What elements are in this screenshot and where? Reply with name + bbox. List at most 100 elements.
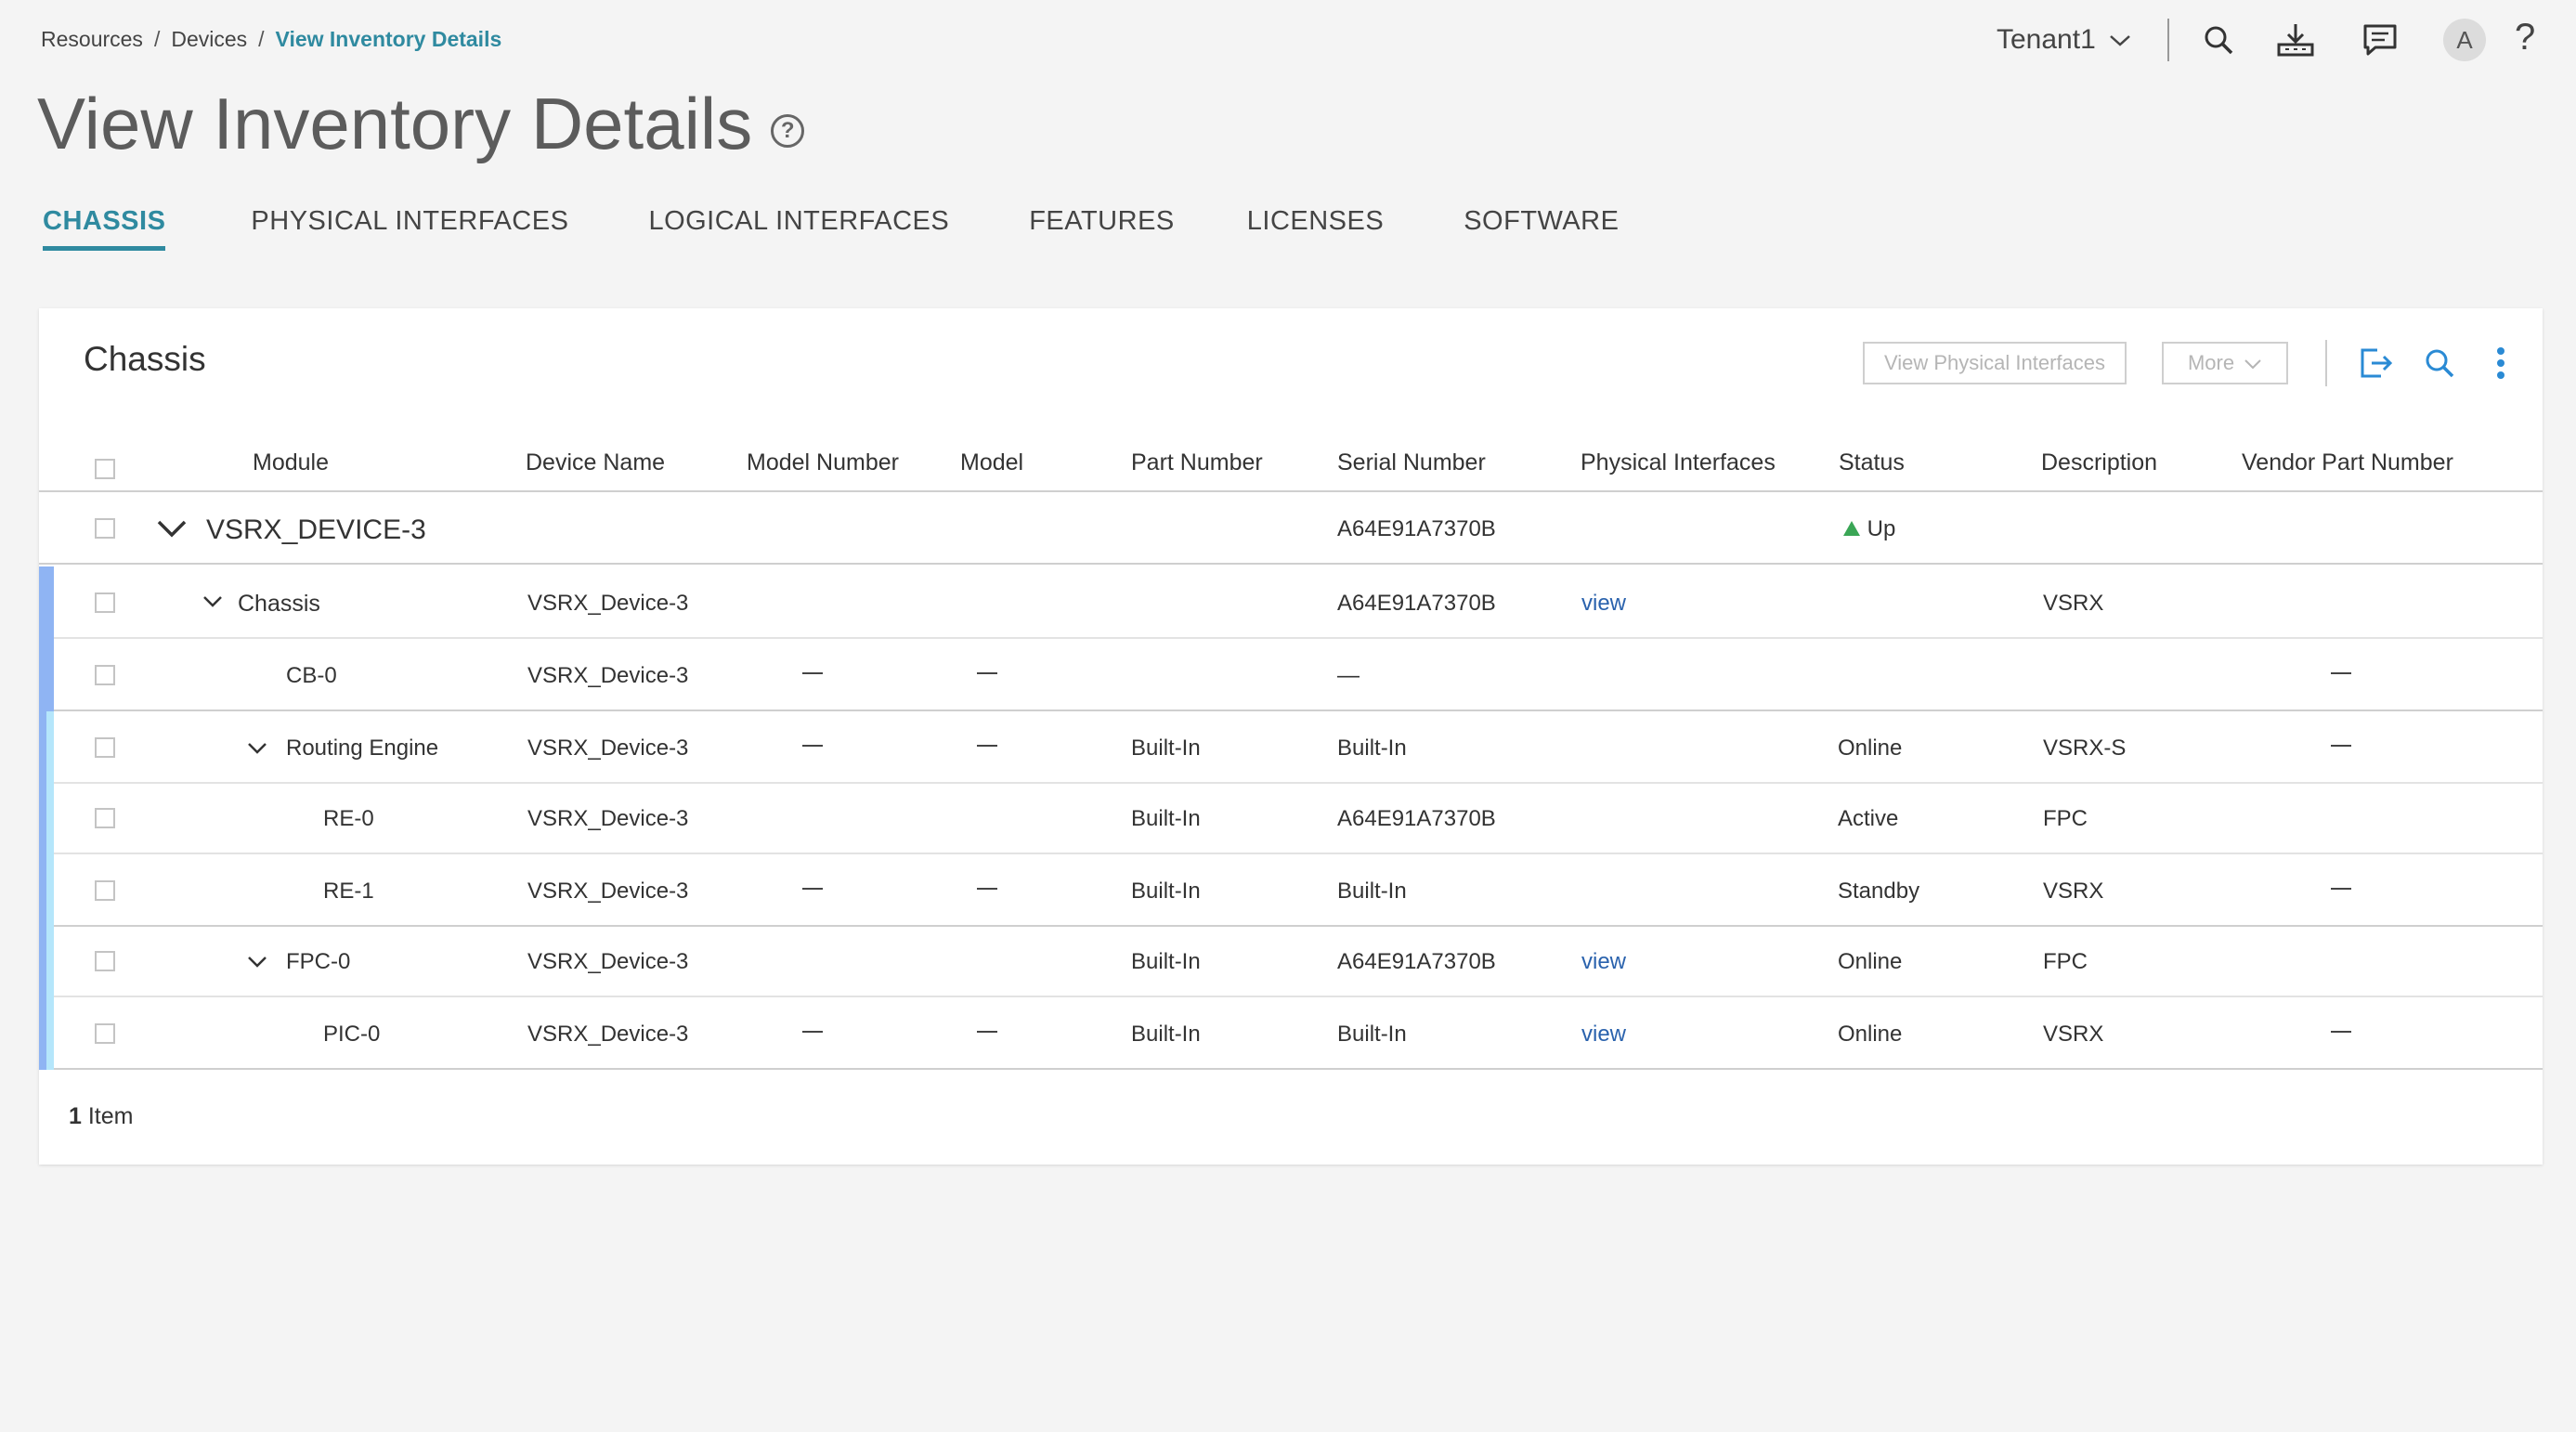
device-name-cell: VSRX_Device-3 (527, 806, 689, 831)
serial-cell: Built-In (1337, 736, 1407, 761)
empty-dash (977, 672, 997, 674)
empty-dash (802, 888, 823, 890)
col-device-name[interactable]: Device Name (526, 449, 665, 476)
chevron-down-icon[interactable] (247, 741, 267, 761)
module-cell: RE-1 (323, 879, 374, 904)
status-cell: Online (1838, 1022, 1903, 1047)
header-divider (2167, 19, 2169, 61)
status-up-icon (1842, 516, 1861, 541)
empty-dash (802, 1031, 823, 1033)
col-serial-number[interactable]: Serial Number (1337, 449, 1486, 476)
hierarchy-bar-level2 (46, 854, 54, 927)
table-row[interactable]: PIC-0 VSRX_Device-3 Built-In Built-In vi… (39, 997, 2543, 1070)
hierarchy-bar-level2 (46, 997, 54, 1070)
col-model-number[interactable]: Model Number (747, 449, 899, 476)
serial-cell: — (1337, 663, 1360, 688)
tenant-selector[interactable]: Tenant1 (1997, 24, 2131, 56)
col-status[interactable]: Status (1839, 449, 1905, 476)
select-all-checkbox[interactable] (95, 459, 115, 479)
hierarchy-bar (39, 639, 54, 711)
row-checkbox[interactable] (95, 665, 115, 685)
device-name-cell: VSRX_Device-3 (527, 736, 689, 761)
row-checkbox[interactable] (95, 1023, 115, 1044)
chevron-down-icon[interactable] (247, 955, 267, 974)
avatar[interactable]: A (2443, 19, 2486, 61)
col-description[interactable]: Description (2041, 449, 2157, 476)
row-checkbox[interactable] (95, 880, 115, 901)
tab-physical-interfaces[interactable]: PHYSICAL INTERFACES (251, 206, 568, 251)
more-button[interactable]: More (2162, 342, 2288, 384)
module-cell: PIC-0 (323, 1022, 381, 1047)
breadcrumb-resources[interactable]: Resources (41, 27, 143, 52)
empty-dash (802, 745, 823, 747)
col-module[interactable]: Module (253, 449, 329, 476)
part-number-cell: Built-In (1131, 879, 1201, 904)
description-cell: FPC (2043, 806, 2088, 831)
export-icon[interactable] (2355, 342, 2398, 384)
tab-chassis[interactable]: CHASSIS (43, 206, 166, 251)
status-cell: Active (1838, 806, 1899, 831)
chevron-down-icon[interactable] (156, 518, 188, 543)
chevron-down-icon (2109, 24, 2131, 56)
col-vendor-part-number[interactable]: Vendor Part Number (2242, 449, 2453, 476)
breadcrumb-devices[interactable]: Devices (171, 27, 247, 52)
status-text: Up (1867, 516, 1896, 541)
download-tray-icon[interactable] (2274, 19, 2317, 61)
col-physical-interfaces[interactable]: Physical Interfaces (1581, 449, 1776, 476)
search-icon[interactable] (2197, 19, 2240, 61)
row-checkbox[interactable] (95, 518, 115, 539)
status-cell: Online (1838, 736, 1903, 761)
row-checkbox[interactable] (95, 951, 115, 971)
col-model[interactable]: Model (960, 449, 1023, 476)
help-icon[interactable]: ? (2515, 17, 2535, 59)
row-checkbox[interactable] (95, 592, 115, 613)
chevron-down-icon[interactable] (202, 594, 223, 614)
module-cell: FPC-0 (286, 949, 351, 974)
hierarchy-bar (39, 711, 46, 784)
empty-dash (977, 1031, 997, 1033)
hierarchy-bar (39, 784, 46, 854)
table-row[interactable]: FPC-0 VSRX_Device-3 Built-In A64E91A7370… (39, 927, 2543, 997)
hierarchy-bar (39, 997, 46, 1070)
tab-logical-interfaces[interactable]: LOGICAL INTERFACES (648, 206, 949, 251)
table-row[interactable]: Chassis VSRX_Device-3 A64E91A7370B view … (39, 566, 2543, 639)
col-part-number[interactable]: Part Number (1131, 449, 1263, 476)
module-cell: VSRX_DEVICE-3 (206, 514, 426, 545)
empty-dash (2331, 1031, 2351, 1033)
tab-features[interactable]: FEATURES (1029, 206, 1175, 251)
toolbar-divider (2325, 340, 2327, 386)
empty-dash (2331, 888, 2351, 890)
row-checkbox[interactable] (95, 808, 115, 828)
breadcrumb-separator: / (153, 27, 161, 51)
table-row[interactable]: Routing Engine VSRX_Device-3 Built-In Bu… (39, 711, 2543, 784)
empty-dash (2331, 745, 2351, 747)
description-cell: FPC (2043, 949, 2088, 974)
description-cell: VSRX (2043, 1022, 2104, 1047)
description-cell: VSRX (2043, 879, 2104, 904)
view-link[interactable]: view (1581, 591, 1626, 617)
tab-licenses[interactable]: LICENSES (1247, 206, 1384, 251)
row-checkbox[interactable] (95, 737, 115, 758)
table-row[interactable]: RE-0 VSRX_Device-3 Built-In A64E91A7370B… (39, 784, 2543, 854)
device-name-cell: VSRX_Device-3 (527, 1022, 689, 1047)
more-vertical-icon[interactable] (2479, 342, 2522, 384)
help-circle-icon[interactable]: ? (771, 113, 805, 148)
table-row-root[interactable]: VSRX_DEVICE-3 A64E91A7370B Up (39, 492, 2543, 565)
more-label: More (2187, 351, 2235, 374)
breadcrumb: Resources / Devices / View Inventory Det… (41, 27, 501, 52)
empty-dash (2331, 672, 2351, 674)
item-count: 1 Item (69, 1103, 133, 1130)
chassis-card: Chassis View Physical Interfaces More Mo… (39, 308, 2543, 1165)
view-link[interactable]: view (1581, 949, 1626, 975)
tab-software[interactable]: SOFTWARE (1464, 206, 1619, 251)
message-icon[interactable] (2359, 19, 2401, 61)
search-icon[interactable] (2418, 342, 2461, 384)
view-physical-interfaces-button[interactable]: View Physical Interfaces (1863, 342, 2127, 384)
hierarchy-bar-level2 (46, 711, 54, 784)
module-cell: RE-0 (323, 806, 374, 831)
status-cell: Online (1838, 949, 1903, 974)
table-row[interactable]: CB-0 VSRX_Device-3 — (39, 639, 2543, 711)
table-row[interactable]: RE-1 VSRX_Device-3 Built-In Built-In Sta… (39, 854, 2543, 927)
view-link[interactable]: view (1581, 1022, 1626, 1048)
part-number-cell: Built-In (1131, 949, 1201, 974)
